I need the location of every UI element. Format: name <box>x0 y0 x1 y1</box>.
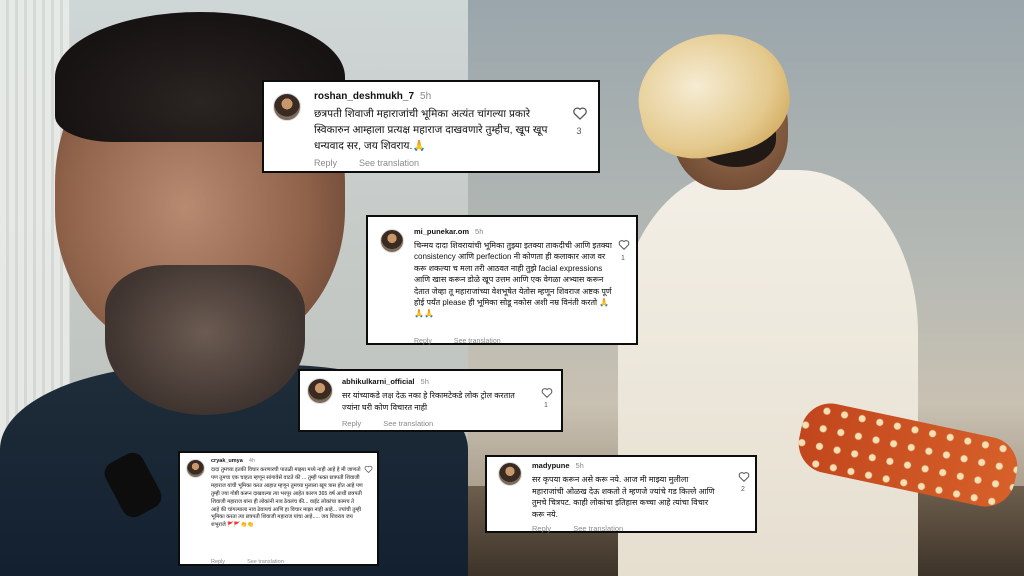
avatar[interactable] <box>380 229 404 253</box>
comment-text: दादा तुमच्या इतकी विचार करणारची पातळी मा… <box>211 467 363 529</box>
comment-actions: Reply See translation <box>532 524 645 533</box>
comment-card: abhikulkarni_official 5h सर यांच्याकडे लक… <box>298 369 563 432</box>
comment-text: छत्रपती शिवाजी महाराजांची भूमिका अत्यंत … <box>314 108 548 152</box>
reply-button[interactable]: Reply <box>211 559 225 565</box>
avatar[interactable] <box>186 459 205 478</box>
comment-card: mi_punekar.om 5h चिन्मय दादा शिवरायांची भ… <box>366 215 638 345</box>
comment-username[interactable]: roshan_deshmukh_7 5h <box>314 91 431 102</box>
comment-username[interactable]: madypune 5h <box>532 461 584 470</box>
avatar[interactable] <box>307 378 333 404</box>
comment-time: 5h <box>420 91 432 102</box>
comment-actions: Reply See translation <box>314 158 441 168</box>
comment-card: cryak_umya 4h दादा तुमच्या इतकी विचार करण… <box>178 451 379 566</box>
comment-username[interactable]: mi_punekar.om 5h <box>414 227 483 236</box>
comment-time: 4h <box>248 458 255 464</box>
see-translation-button[interactable]: See translation <box>247 559 284 565</box>
like-count: 2 <box>741 486 745 493</box>
comment-text: सर कृपया करून असे करू नये. आज मी माझ्या … <box>532 475 715 519</box>
heart-outline-icon[interactable] <box>738 471 750 482</box>
like-count: 3 <box>576 126 582 136</box>
reply-button[interactable]: Reply <box>314 158 337 168</box>
avatar[interactable] <box>498 462 522 486</box>
see-translation-button[interactable]: See translation <box>573 524 623 533</box>
see-translation-button[interactable]: See translation <box>383 419 433 428</box>
comment-text: सर यांच्याकडे लक्ष देऊ नका हे रिकामटेकडे… <box>342 391 515 412</box>
comment-username[interactable]: abhikulkarni_official 5h <box>342 377 429 386</box>
comment-actions: Reply See translation <box>211 559 306 565</box>
reply-button[interactable]: Reply <box>414 338 432 345</box>
comment-card: roshan_deshmukh_7 5h छत्रपती शिवाजी महारा… <box>262 80 600 173</box>
like-count: 1 <box>544 402 548 409</box>
heart-outline-icon[interactable] <box>364 465 373 473</box>
reply-button[interactable]: Reply <box>342 419 361 428</box>
comment-text: चिन्मय दादा शिवरायांची भूमिका तुझ्या इतक… <box>414 241 612 319</box>
heart-outline-icon[interactable] <box>618 239 630 250</box>
comment-card: madypune 5h सर कृपया करून असे करू नये. आज… <box>485 455 757 533</box>
comment-actions: Reply See translation <box>342 419 455 428</box>
avatar[interactable] <box>273 93 301 121</box>
heart-outline-icon[interactable] <box>572 106 588 120</box>
like-count: 1 <box>621 255 625 262</box>
see-translation-button[interactable]: See translation <box>359 158 419 168</box>
comment-time: 5h <box>475 227 484 236</box>
comment-actions: Reply See translation <box>414 338 523 345</box>
reply-button[interactable]: Reply <box>532 524 551 533</box>
comment-time: 5h <box>420 377 429 386</box>
comment-username[interactable]: cryak_umya 4h <box>211 458 255 464</box>
man-beard <box>105 265 305 415</box>
comment-time: 5h <box>575 461 584 470</box>
heart-outline-icon[interactable] <box>541 387 553 398</box>
see-translation-button[interactable]: See translation <box>454 338 501 345</box>
